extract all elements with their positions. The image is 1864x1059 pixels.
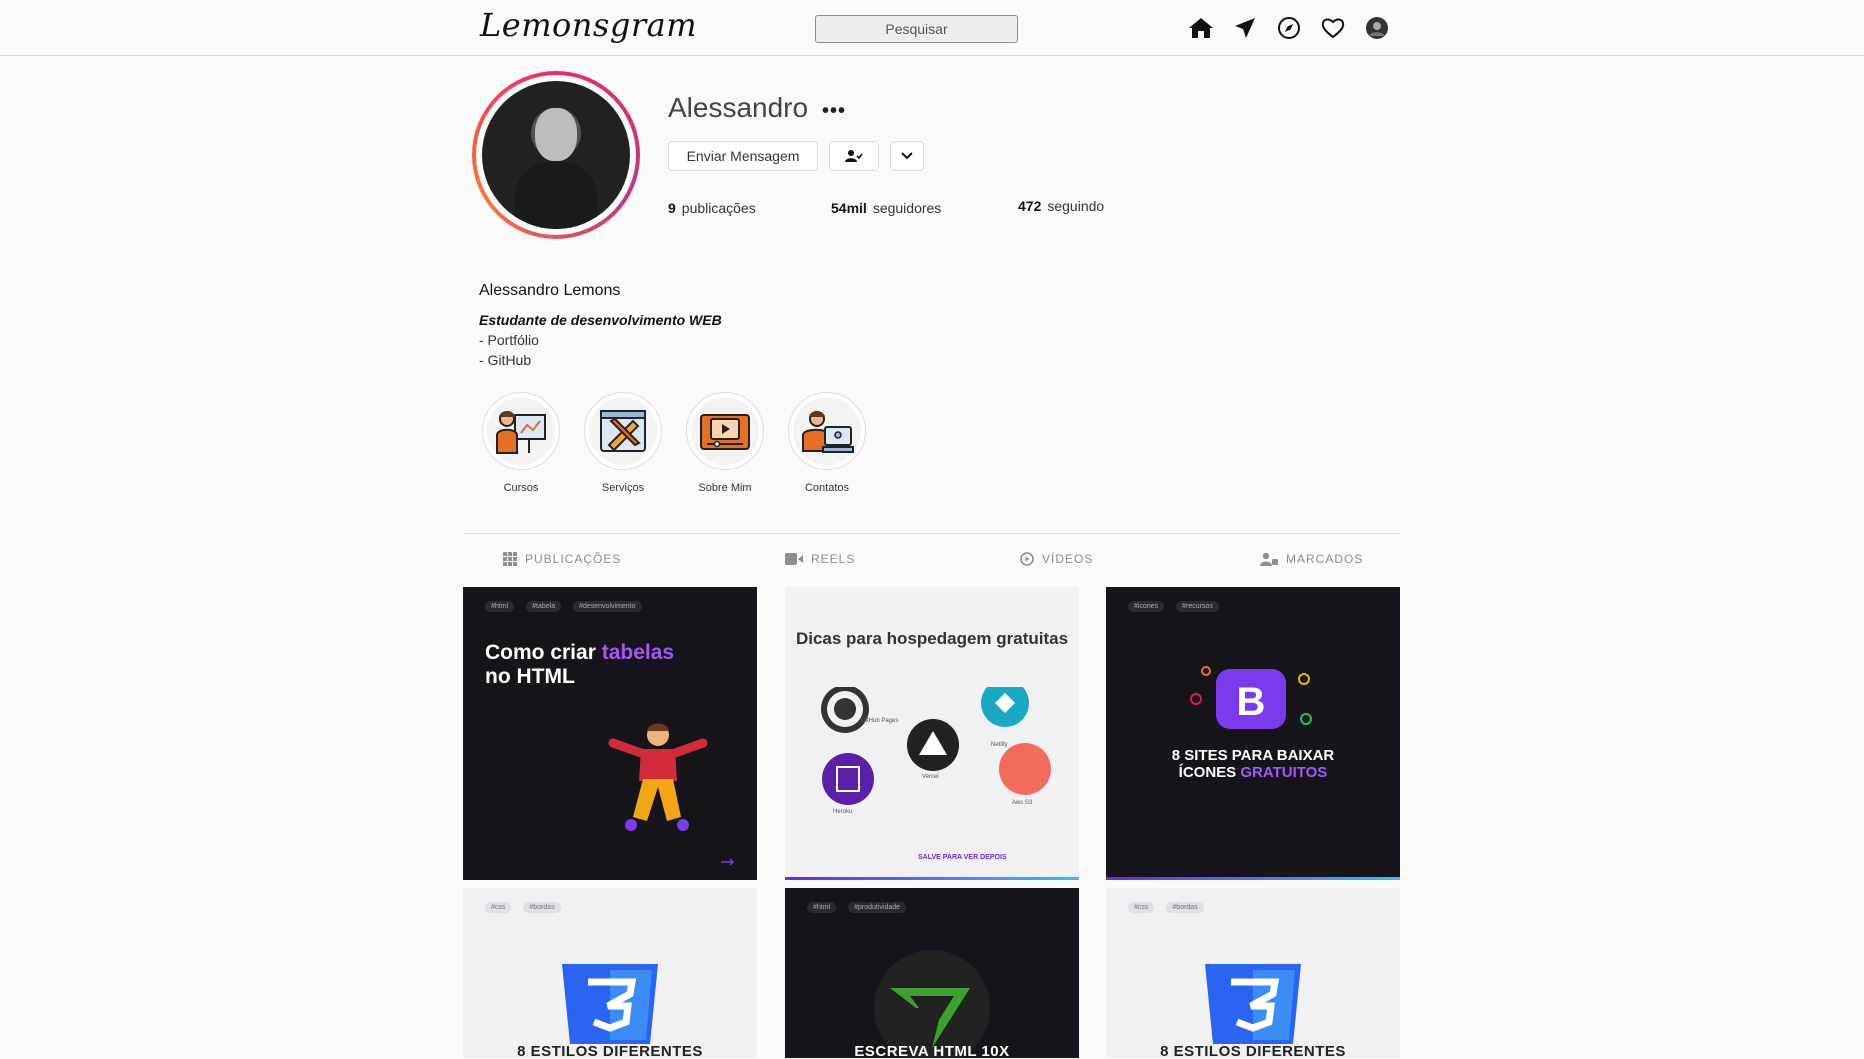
profile-tabs: PUBLICAÇÕES REELS VÍDEOS MARCADOS bbox=[463, 552, 1401, 576]
user-check-icon bbox=[845, 150, 863, 162]
highlight-label: Contatos bbox=[804, 482, 850, 494]
css3-icon bbox=[1205, 964, 1301, 1044]
post-tile[interactable]: #icones #recursos B 8 SITES PARA BAIXAR … bbox=[1106, 587, 1400, 880]
post-title: Como criar tabelas no HTML bbox=[485, 641, 675, 688]
highlight-sobre-mim[interactable]: Sobre Mim bbox=[686, 392, 764, 494]
highlight-label: Serviços bbox=[601, 482, 645, 494]
post-tags: #css #bordas bbox=[1128, 902, 1204, 913]
explore-icon[interactable] bbox=[1275, 14, 1303, 42]
highlight-label: Sobre Mim bbox=[698, 482, 752, 494]
highlight-servicos[interactable]: Serviços bbox=[584, 392, 662, 494]
post-tags: #icones #recursos bbox=[1128, 601, 1219, 612]
story-highlights: Cursos Serviços Sobre Mim Contatos bbox=[482, 392, 866, 494]
bootstrap-icon: B bbox=[1190, 666, 1312, 729]
profile-avatar[interactable] bbox=[472, 71, 640, 239]
post-tags: #css #bordas bbox=[485, 902, 561, 913]
search-input[interactable]: Pesquisar bbox=[815, 15, 1018, 43]
send-message-button[interactable]: Enviar Mensagem bbox=[668, 141, 818, 171]
suggestions-dropdown-button[interactable] bbox=[890, 141, 924, 171]
post-tile[interactable]: #html #produtividade ESCREVA HTML 10X bbox=[785, 888, 1079, 1058]
tab-videos[interactable]: VÍDEOS bbox=[1020, 552, 1093, 566]
more-options-icon[interactable]: ••• bbox=[822, 100, 846, 123]
teacher-icon bbox=[496, 411, 546, 454]
design-tools-icon bbox=[600, 410, 646, 452]
grid-icon bbox=[503, 552, 517, 566]
post-tile[interactable]: Dicas para hospedagem gratuitas GitHub P… bbox=[785, 587, 1079, 880]
tab-marcados[interactable]: MARCADOS bbox=[1260, 552, 1363, 566]
video-icon bbox=[700, 414, 750, 450]
bio-link-github[interactable]: - GitHub bbox=[479, 352, 531, 368]
following-button[interactable] bbox=[829, 141, 879, 171]
hosting-services-illustration bbox=[821, 687, 1051, 805]
profile-full-name: Alessandro Lemons bbox=[479, 282, 621, 299]
tab-publicacoes[interactable]: PUBLICAÇÕES bbox=[503, 552, 621, 566]
chevron-down-icon bbox=[901, 152, 913, 160]
emmet-icon bbox=[874, 950, 990, 1058]
post-tags: #html #tabela #desenvolvimento bbox=[485, 601, 642, 612]
post-tile[interactable]: #css #bordas 8 ESTILOS DIFERENTES bbox=[1106, 888, 1400, 1058]
tagged-icon bbox=[1260, 552, 1278, 566]
highlight-cursos[interactable]: Cursos bbox=[482, 392, 560, 494]
bio-title: Estudante de desenvolvimento WEB bbox=[479, 312, 722, 328]
tab-reels[interactable]: REELS bbox=[785, 552, 855, 566]
reels-icon bbox=[785, 553, 803, 565]
heart-icon[interactable] bbox=[1319, 14, 1347, 42]
post-tile[interactable]: #html #tabela #desenvolvimento Como cria… bbox=[463, 587, 757, 880]
svg-text:B: B bbox=[1237, 680, 1266, 724]
profile-photo bbox=[482, 81, 630, 229]
bio-link-portfolio[interactable]: - Portfólio bbox=[479, 332, 539, 348]
post-tile[interactable]: #css #bordas 8 ESTILOS DIFERENTES bbox=[463, 888, 757, 1058]
send-icon[interactable] bbox=[1231, 14, 1259, 42]
post-title: ESCREVA HTML 10X bbox=[854, 1043, 1010, 1058]
play-icon bbox=[1020, 552, 1034, 566]
post-title: 8 ESTILOS DIFERENTES bbox=[1160, 1043, 1346, 1058]
top-navigation-bar: Lemonsgram Pesquisar bbox=[0, 0, 1864, 56]
post-tags: #html #produtividade bbox=[807, 902, 907, 913]
arrow-right-icon bbox=[721, 858, 734, 866]
profile-avatar-icon[interactable] bbox=[1363, 14, 1391, 42]
computer-user-icon bbox=[802, 411, 854, 453]
followers-count[interactable]: 54mil seguidores bbox=[831, 200, 941, 216]
posts-count[interactable]: 9 publicações bbox=[668, 200, 756, 216]
following-count[interactable]: 472 seguindo bbox=[1018, 198, 1104, 214]
home-icon[interactable] bbox=[1187, 14, 1215, 42]
section-divider bbox=[463, 533, 1401, 534]
post-title: 8 ESTILOS DIFERENTES bbox=[517, 1043, 703, 1058]
highlight-contatos[interactable]: Contatos bbox=[788, 392, 866, 494]
highlight-label: Cursos bbox=[503, 482, 539, 494]
character-illustration bbox=[608, 723, 708, 831]
profile-username: Alessandro bbox=[668, 92, 809, 123]
app-logo[interactable]: Lemonsgram bbox=[480, 6, 697, 44]
post-title: 8 SITES PARA BAIXAR ÍCONES GRATUITOS bbox=[1171, 747, 1335, 781]
save-hint: SALVE PARA VER DEPOIS bbox=[918, 854, 1007, 861]
css3-icon bbox=[562, 964, 658, 1044]
nav-icons bbox=[1187, 14, 1391, 42]
post-title: Dicas para hospedagem gratuitas bbox=[795, 629, 1069, 648]
